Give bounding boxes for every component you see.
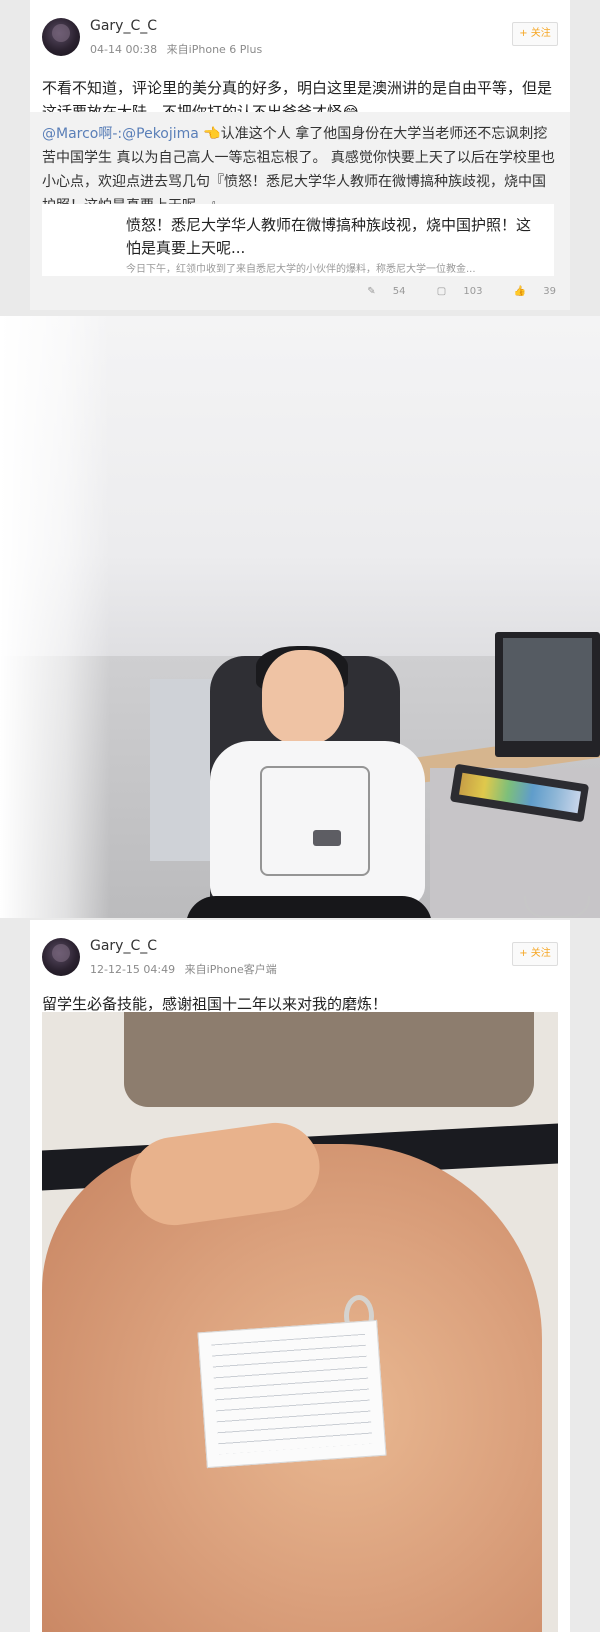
note-lines [211,1333,373,1455]
article-title[interactable]: 愤怒！悉尼大学华人教师在微博搞种族歧视，烧中国护照！这怕是真要上天呢... [126,214,540,260]
post-time: 04-14 00:38 [90,43,158,56]
window-light [0,316,110,918]
follow-button[interactable]: + 关注 [512,22,558,46]
person-head [262,650,344,744]
mention-link[interactable]: @Marco啊-:@Pekojima [42,126,199,142]
shirt-print [260,766,370,876]
username[interactable]: Gary_C_C [90,938,157,954]
post-card-1: Gary_C_C 04-14 00:38 来自iPhone 6 Plus + 关… [30,0,570,310]
post-time: 12-12-15 04:49 [90,963,176,976]
bag [124,1012,534,1107]
post-stats: ✎ 54 ▢ 103 👍 39 [339,286,556,297]
post-source: 来自iPhone客户端 [184,963,277,976]
post-meta: 12-12-15 04:49 来自iPhone客户端 [90,961,283,977]
like-count: 39 [543,286,556,297]
avatar[interactable] [42,18,80,56]
pants [186,896,432,918]
comment-stat[interactable]: ▢ 103 [423,286,483,297]
post-photo[interactable] [42,1012,558,1632]
article-description: 今日下午，红领巾收到了来自悉尼大学的小伙伴的爆料，称悉尼大学一位教金... [126,264,476,275]
thumb-up-icon: 👍 [513,286,527,297]
edit-icon: ✎ [367,286,376,297]
phone [313,830,341,846]
comment-icon: ▢ [436,286,447,297]
cable [524,896,590,918]
avatar[interactable] [42,938,80,976]
post-meta: 04-14 00:38 来自iPhone 6 Plus [90,41,268,57]
forward-stat[interactable]: ✎ 54 [353,286,405,297]
post-card-2: Gary_C_C 12-12-15 04:49 来自iPhone客户端 + 关注… [30,920,570,1632]
follow-button[interactable]: + 关注 [512,942,558,966]
shelf [150,679,214,861]
repost-box: @Marco啊-:@Pekojima 👈认准这个人 拿了他国身份在大学当老师还不… [30,112,570,310]
like-stat[interactable]: 👍 39 [500,286,556,297]
monitor-screen [503,638,592,741]
comment-count: 103 [463,286,483,297]
username[interactable]: Gary_C_C [90,18,157,34]
article-card[interactable]: 愤怒！悉尼大学华人教师在微博搞种族歧视，烧中国护照！这怕是真要上天呢... 今日… [42,204,554,276]
post-source: 来自iPhone 6 Plus [166,43,263,56]
note-paper [197,1319,387,1469]
forward-count: 54 [392,286,406,297]
post-photo[interactable] [0,316,600,918]
